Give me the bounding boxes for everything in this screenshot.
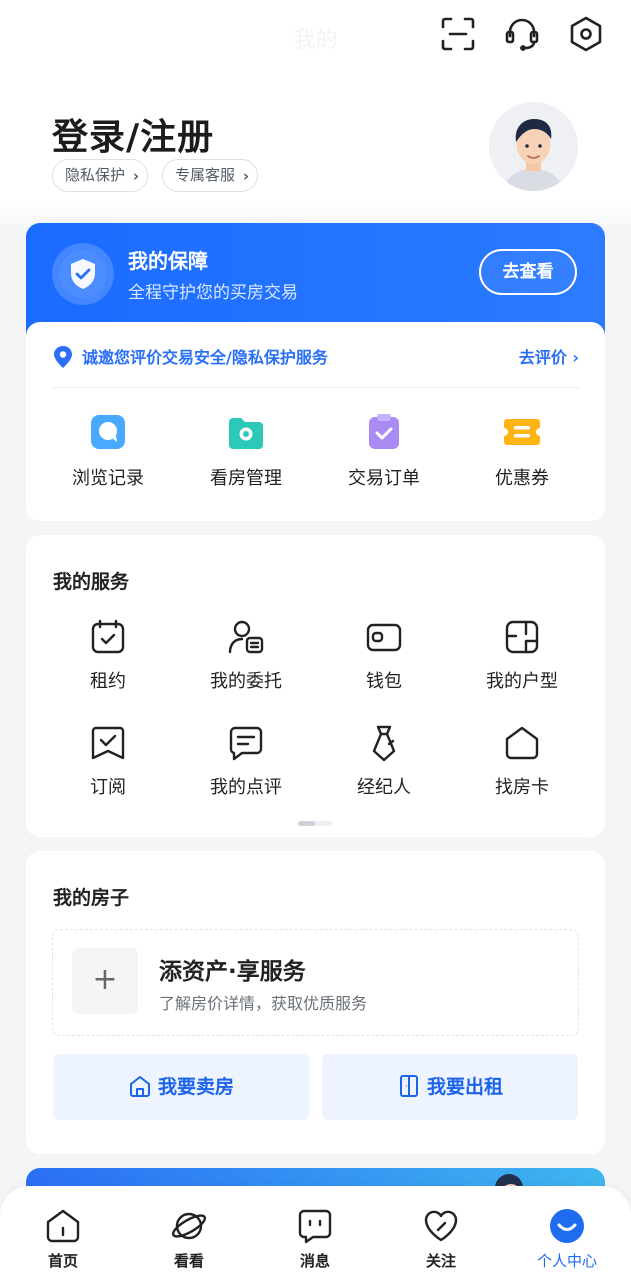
tab-label: 首页 [47, 1252, 78, 1270]
divider [52, 387, 579, 388]
guarantee-banner: 我的保障 全程守护您的买房交易 去查看 [26, 223, 605, 335]
service-comment[interactable]: 我的点评 [177, 723, 315, 799]
service-label: 我的点评 [210, 777, 282, 798]
tab-explore[interactable]: 看看 [126, 1206, 252, 1271]
add-asset-subtitle: 了解房价详情，获取优质服务 [159, 994, 368, 1013]
home-icon [43, 1206, 83, 1246]
privacy-protection-chip[interactable]: 隐私保护 › [52, 159, 149, 192]
transaction-order-icon [364, 412, 404, 452]
my-house-card: 我的房子 + 添资产·享服务 了解房价详情，获取优质服务 我要卖房 我要出租 [26, 851, 605, 1154]
rent-out-label: 我要出租 [426, 1076, 503, 1098]
sell-house-button[interactable]: 我要卖房 [53, 1054, 309, 1120]
chevron-right-icon: › [132, 167, 140, 185]
viewing-management-icon [226, 412, 266, 452]
services-title: 我的服务 [53, 571, 130, 593]
agent-tie-icon [364, 723, 404, 763]
evaluation-text: 诚邀您评价交易安全/隐私保护服务 [82, 348, 328, 367]
house-card-icon [502, 723, 542, 763]
service-label: 我的户型 [486, 671, 558, 692]
scan-icon[interactable] [438, 14, 478, 54]
view-guarantee-button[interactable]: 去查看 [479, 249, 577, 295]
service-label: 订阅 [90, 777, 126, 798]
subscribe-icon [88, 723, 128, 763]
message-icon [295, 1206, 335, 1246]
evaluate-link[interactable]: 去评价 › [519, 344, 579, 368]
login-register-link[interactable]: 登录/注册 [52, 108, 214, 160]
service-house-card[interactable]: 找房卡 [453, 723, 591, 799]
evaluate-link-label: 去评价 [518, 348, 567, 367]
service-wallet[interactable]: 钱包 [315, 617, 453, 693]
service-floor-plan[interactable]: 我的户型 [453, 617, 591, 693]
customer-service-icon[interactable] [502, 14, 542, 54]
login-header: 登录/注册 隐私保护 › 专属客服 › [0, 100, 631, 210]
quick-label: 优惠券 [495, 468, 549, 489]
evaluation-row[interactable]: 诚邀您评价交易安全/隐私保护服务 去评价 › [52, 344, 579, 368]
quick-transaction-order[interactable]: 交易订单 [315, 412, 453, 490]
bottom-tab-bar: 首页 看看 消息 关注 个人中心 [0, 1186, 631, 1280]
page-indicator [298, 821, 332, 826]
quick-label: 浏览记录 [72, 468, 144, 489]
service-label: 我的委托 [210, 671, 282, 692]
add-asset-box[interactable]: + 添资产·享服务 了解房价详情，获取优质服务 [52, 929, 579, 1036]
avatar[interactable] [489, 102, 578, 191]
tab-profile[interactable]: 个人中心 [504, 1206, 630, 1271]
service-entrust[interactable]: 我的委托 [177, 617, 315, 693]
comment-icon [226, 723, 266, 763]
shield-icon [52, 243, 114, 305]
quick-browse-history[interactable]: 浏览记录 [39, 412, 177, 490]
house-icon [129, 1075, 150, 1097]
plus-icon: + [72, 948, 138, 1014]
house-title: 我的房子 [53, 887, 130, 909]
service-label: 钱包 [366, 671, 402, 692]
guarantee-card: 我的保障 全程守护您的买房交易 去查看 诚邀您评价交易安全/隐私保护服务 去评价… [26, 223, 605, 521]
guarantee-body: 诚邀您评价交易安全/隐私保护服务 去评价 › 浏览记录 看房管理 交易订单 优惠… [26, 322, 605, 521]
chip-label: 专属客服 [175, 166, 236, 184]
quick-label: 看房管理 [210, 468, 282, 489]
wallet-icon [364, 617, 404, 657]
service-label: 租约 [90, 671, 126, 692]
location-pin-icon [52, 345, 74, 373]
add-asset-title: 添资产·享服务 [159, 959, 306, 985]
service-label: 经纪人 [357, 777, 411, 798]
tab-messages[interactable]: 消息 [252, 1206, 378, 1271]
browse-history-icon [88, 412, 128, 452]
top-bar: 我的 [0, 0, 631, 70]
settings-icon[interactable] [566, 14, 606, 54]
quick-viewing-management[interactable]: 看房管理 [177, 412, 315, 490]
service-label: 找房卡 [495, 777, 549, 798]
profile-icon [547, 1206, 587, 1246]
calendar-check-icon [88, 617, 128, 657]
service-lease[interactable]: 租约 [39, 617, 177, 693]
guarantee-title: 我的保障 [128, 249, 208, 273]
tab-home[interactable]: 首页 [0, 1206, 126, 1271]
heart-icon [421, 1206, 461, 1246]
service-subscribe[interactable]: 订阅 [39, 723, 177, 799]
door-icon [399, 1074, 418, 1097]
exclusive-service-chip[interactable]: 专属客服 › [162, 159, 259, 192]
my-services-card: 我的服务 租约 我的委托 钱包 我的户型 订阅 我的点评 经纪人 找房卡 [26, 535, 605, 837]
guarantee-subtitle: 全程守护您的买房交易 [128, 283, 298, 303]
tab-label: 个人中心 [536, 1252, 597, 1270]
chip-label: 隐私保护 [65, 166, 126, 184]
quick-coupon[interactable]: 优惠券 [453, 412, 591, 490]
chevron-right-icon: › [242, 167, 250, 185]
tab-following[interactable]: 关注 [378, 1206, 504, 1271]
rent-out-button[interactable]: 我要出租 [322, 1054, 578, 1120]
tab-label: 关注 [425, 1252, 456, 1270]
tab-label: 消息 [299, 1252, 330, 1270]
entrust-icon [226, 617, 266, 657]
planet-icon [169, 1206, 209, 1246]
quick-label: 交易订单 [348, 468, 420, 489]
sell-house-label: 我要卖房 [157, 1076, 234, 1098]
service-agent[interactable]: 经纪人 [315, 723, 453, 799]
floor-plan-icon [502, 617, 542, 657]
coupon-icon [502, 412, 542, 452]
tab-label: 看看 [173, 1252, 204, 1270]
